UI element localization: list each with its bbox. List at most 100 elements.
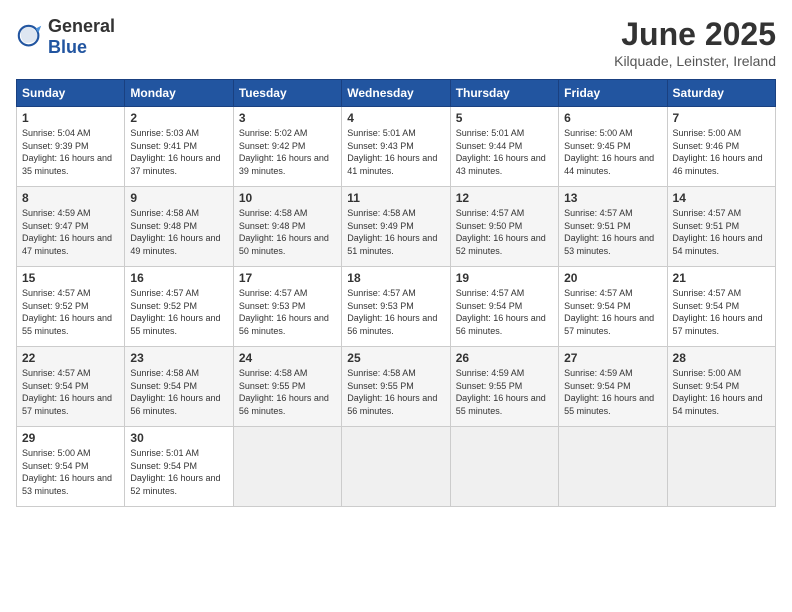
calendar-week-row: 22 Sunrise: 4:57 AMSunset: 9:54 PMDaylig… <box>17 347 776 427</box>
day-number: 7 <box>673 111 770 125</box>
calendar-cell: 7 Sunrise: 5:00 AMSunset: 9:46 PMDayligh… <box>667 107 775 187</box>
day-info: Sunrise: 5:01 AMSunset: 9:54 PMDaylight:… <box>130 447 227 497</box>
day-info: Sunrise: 4:59 AMSunset: 9:55 PMDaylight:… <box>456 367 553 417</box>
calendar-cell: 5 Sunrise: 5:01 AMSunset: 9:44 PMDayligh… <box>450 107 558 187</box>
day-number: 29 <box>22 431 119 445</box>
day-number: 13 <box>564 191 661 205</box>
calendar-cell: 11 Sunrise: 4:58 AMSunset: 9:49 PMDaylig… <box>342 187 450 267</box>
day-info: Sunrise: 4:57 AMSunset: 9:54 PMDaylight:… <box>673 287 770 337</box>
calendar-cell: 16 Sunrise: 4:57 AMSunset: 9:52 PMDaylig… <box>125 267 233 347</box>
calendar-cell: 15 Sunrise: 4:57 AMSunset: 9:52 PMDaylig… <box>17 267 125 347</box>
logo-general: General <box>48 16 115 36</box>
calendar-cell <box>667 427 775 507</box>
day-info: Sunrise: 5:02 AMSunset: 9:42 PMDaylight:… <box>239 127 336 177</box>
calendar-cell: 6 Sunrise: 5:00 AMSunset: 9:45 PMDayligh… <box>559 107 667 187</box>
calendar-cell: 13 Sunrise: 4:57 AMSunset: 9:51 PMDaylig… <box>559 187 667 267</box>
header-friday: Friday <box>559 80 667 107</box>
day-info: Sunrise: 4:57 AMSunset: 9:52 PMDaylight:… <box>22 287 119 337</box>
day-info: Sunrise: 4:57 AMSunset: 9:54 PMDaylight:… <box>564 287 661 337</box>
calendar-cell: 4 Sunrise: 5:01 AMSunset: 9:43 PMDayligh… <box>342 107 450 187</box>
calendar-cell <box>342 427 450 507</box>
day-number: 12 <box>456 191 553 205</box>
day-info: Sunrise: 4:57 AMSunset: 9:51 PMDaylight:… <box>673 207 770 257</box>
header-wednesday: Wednesday <box>342 80 450 107</box>
calendar-cell: 29 Sunrise: 5:00 AMSunset: 9:54 PMDaylig… <box>17 427 125 507</box>
calendar-cell: 9 Sunrise: 4:58 AMSunset: 9:48 PMDayligh… <box>125 187 233 267</box>
day-number: 17 <box>239 271 336 285</box>
day-number: 25 <box>347 351 444 365</box>
calendar-cell: 22 Sunrise: 4:57 AMSunset: 9:54 PMDaylig… <box>17 347 125 427</box>
day-number: 24 <box>239 351 336 365</box>
day-number: 3 <box>239 111 336 125</box>
calendar-cell: 27 Sunrise: 4:59 AMSunset: 9:54 PMDaylig… <box>559 347 667 427</box>
calendar-cell: 14 Sunrise: 4:57 AMSunset: 9:51 PMDaylig… <box>667 187 775 267</box>
day-number: 20 <box>564 271 661 285</box>
day-number: 14 <box>673 191 770 205</box>
calendar-cell: 20 Sunrise: 4:57 AMSunset: 9:54 PMDaylig… <box>559 267 667 347</box>
calendar-cell: 2 Sunrise: 5:03 AMSunset: 9:41 PMDayligh… <box>125 107 233 187</box>
day-info: Sunrise: 4:58 AMSunset: 9:55 PMDaylight:… <box>239 367 336 417</box>
day-number: 19 <box>456 271 553 285</box>
day-number: 1 <box>22 111 119 125</box>
day-number: 27 <box>564 351 661 365</box>
day-info: Sunrise: 5:01 AMSunset: 9:44 PMDaylight:… <box>456 127 553 177</box>
day-info: Sunrise: 4:58 AMSunset: 9:48 PMDaylight:… <box>130 207 227 257</box>
calendar-cell <box>450 427 558 507</box>
calendar-cell: 30 Sunrise: 5:01 AMSunset: 9:54 PMDaylig… <box>125 427 233 507</box>
day-number: 18 <box>347 271 444 285</box>
day-number: 5 <box>456 111 553 125</box>
calendar-cell: 21 Sunrise: 4:57 AMSunset: 9:54 PMDaylig… <box>667 267 775 347</box>
header-monday: Monday <box>125 80 233 107</box>
logo-blue: Blue <box>48 37 87 57</box>
calendar-cell: 17 Sunrise: 4:57 AMSunset: 9:53 PMDaylig… <box>233 267 341 347</box>
calendar-table: SundayMondayTuesdayWednesdayThursdayFrid… <box>16 79 776 507</box>
day-number: 4 <box>347 111 444 125</box>
day-number: 26 <box>456 351 553 365</box>
day-info: Sunrise: 4:58 AMSunset: 9:48 PMDaylight:… <box>239 207 336 257</box>
header-saturday: Saturday <box>667 80 775 107</box>
day-number: 23 <box>130 351 227 365</box>
day-number: 21 <box>673 271 770 285</box>
calendar-week-row: 29 Sunrise: 5:00 AMSunset: 9:54 PMDaylig… <box>17 427 776 507</box>
day-info: Sunrise: 5:04 AMSunset: 9:39 PMDaylight:… <box>22 127 119 177</box>
calendar-cell <box>233 427 341 507</box>
day-info: Sunrise: 4:57 AMSunset: 9:54 PMDaylight:… <box>456 287 553 337</box>
header-thursday: Thursday <box>450 80 558 107</box>
day-number: 15 <box>22 271 119 285</box>
calendar-cell: 25 Sunrise: 4:58 AMSunset: 9:55 PMDaylig… <box>342 347 450 427</box>
day-info: Sunrise: 5:03 AMSunset: 9:41 PMDaylight:… <box>130 127 227 177</box>
calendar-cell: 3 Sunrise: 5:02 AMSunset: 9:42 PMDayligh… <box>233 107 341 187</box>
header-sunday: Sunday <box>17 80 125 107</box>
header-tuesday: Tuesday <box>233 80 341 107</box>
day-info: Sunrise: 5:00 AMSunset: 9:45 PMDaylight:… <box>564 127 661 177</box>
logo-text: General Blue <box>48 16 115 58</box>
day-number: 6 <box>564 111 661 125</box>
day-info: Sunrise: 4:58 AMSunset: 9:49 PMDaylight:… <box>347 207 444 257</box>
day-info: Sunrise: 4:57 AMSunset: 9:54 PMDaylight:… <box>22 367 119 417</box>
day-info: Sunrise: 4:57 AMSunset: 9:51 PMDaylight:… <box>564 207 661 257</box>
calendar-cell: 12 Sunrise: 4:57 AMSunset: 9:50 PMDaylig… <box>450 187 558 267</box>
day-number: 8 <box>22 191 119 205</box>
calendar-cell <box>559 427 667 507</box>
calendar-header-row: SundayMondayTuesdayWednesdayThursdayFrid… <box>17 80 776 107</box>
day-info: Sunrise: 4:57 AMSunset: 9:53 PMDaylight:… <box>239 287 336 337</box>
title-section: June 2025 Kilquade, Leinster, Ireland <box>614 16 776 69</box>
month-title: June 2025 <box>614 16 776 53</box>
day-number: 22 <box>22 351 119 365</box>
day-number: 10 <box>239 191 336 205</box>
logo-icon <box>16 23 44 51</box>
day-number: 16 <box>130 271 227 285</box>
day-number: 11 <box>347 191 444 205</box>
day-info: Sunrise: 4:57 AMSunset: 9:52 PMDaylight:… <box>130 287 227 337</box>
calendar-cell: 19 Sunrise: 4:57 AMSunset: 9:54 PMDaylig… <box>450 267 558 347</box>
calendar-cell: 24 Sunrise: 4:58 AMSunset: 9:55 PMDaylig… <box>233 347 341 427</box>
day-number: 2 <box>130 111 227 125</box>
page-header: General Blue June 2025 Kilquade, Leinste… <box>16 16 776 69</box>
logo: General Blue <box>16 16 115 58</box>
day-info: Sunrise: 4:57 AMSunset: 9:53 PMDaylight:… <box>347 287 444 337</box>
day-info: Sunrise: 4:58 AMSunset: 9:54 PMDaylight:… <box>130 367 227 417</box>
calendar-week-row: 8 Sunrise: 4:59 AMSunset: 9:47 PMDayligh… <box>17 187 776 267</box>
day-info: Sunrise: 4:59 AMSunset: 9:54 PMDaylight:… <box>564 367 661 417</box>
day-info: Sunrise: 4:59 AMSunset: 9:47 PMDaylight:… <box>22 207 119 257</box>
day-info: Sunrise: 5:00 AMSunset: 9:46 PMDaylight:… <box>673 127 770 177</box>
